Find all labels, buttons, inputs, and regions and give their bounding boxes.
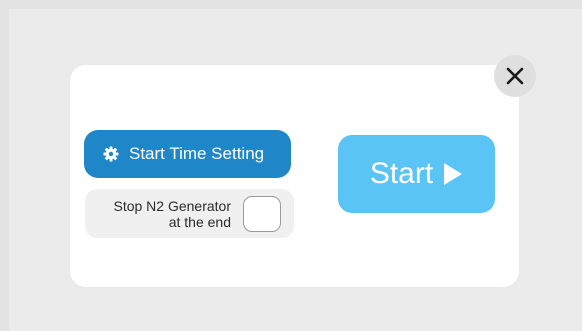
start-time-setting-button[interactable]: Start Time Setting <box>84 130 291 178</box>
start-button[interactable]: Start <box>338 135 495 213</box>
close-button[interactable] <box>494 55 536 97</box>
stop-generator-option: Stop N2 Generator at the end <box>85 189 294 238</box>
stop-generator-checkbox[interactable] <box>243 196 281 232</box>
start-button-label: Start <box>369 157 434 190</box>
stop-generator-label-line1: Stop N2 Generator <box>113 198 231 214</box>
start-time-setting-label: Start Time Setting <box>129 144 265 163</box>
stop-generator-label-line2: at the end <box>168 214 231 230</box>
close-icon <box>506 67 524 85</box>
stop-generator-label: Stop N2 Generator at the end <box>91 198 231 230</box>
gear-icon <box>103 146 119 162</box>
play-icon <box>444 163 463 185</box>
